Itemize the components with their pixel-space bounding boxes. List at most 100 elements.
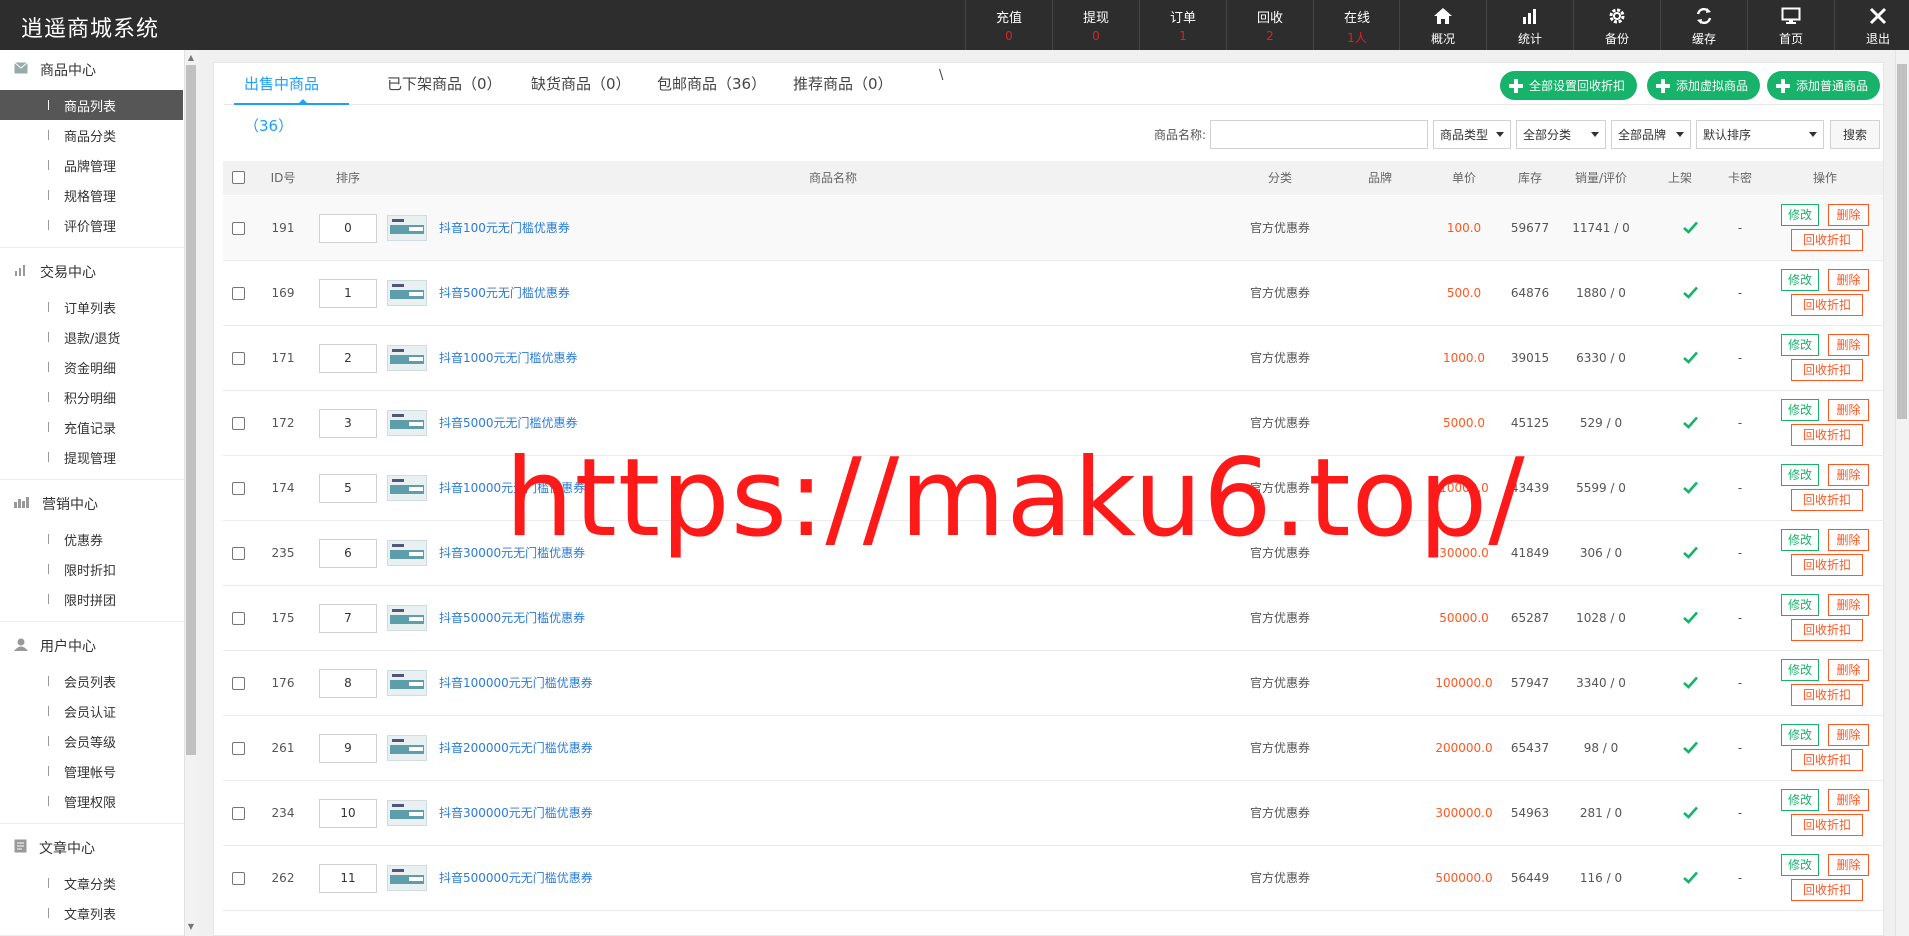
scroll-down-arrow-icon[interactable]: ▼	[186, 922, 196, 932]
stat-4[interactable]: 在线 1人	[1313, 0, 1400, 50]
sidebar-group-header[interactable]: 用户中心	[0, 626, 198, 666]
sort-input[interactable]: 11	[319, 864, 377, 893]
sort-input[interactable]: 7	[319, 604, 377, 633]
sidebar-group-header[interactable]: 营销中心	[0, 484, 198, 524]
scroll-up-arrow-icon[interactable]: ▲	[186, 53, 196, 63]
edit-button[interactable]: 修改	[1781, 529, 1819, 551]
delete-button[interactable]: 删除	[1828, 659, 1869, 681]
delete-button[interactable]: 删除	[1828, 334, 1869, 356]
check-icon[interactable]	[1683, 871, 1698, 884]
sidebar-group-header[interactable]: 文章中心	[0, 828, 198, 868]
stat-1[interactable]: 提现 0	[1052, 0, 1139, 50]
sidebar-item[interactable]: 会员列表	[0, 666, 183, 696]
row-checkbox[interactable]	[232, 287, 245, 300]
add-normal-product-button[interactable]: 添加普通商品	[1767, 71, 1881, 100]
nav-bar-chart-button[interactable]: 统计	[1486, 0, 1573, 50]
sidebar-item[interactable]: 订单列表	[0, 292, 183, 322]
product-name-link[interactable]: 抖音50000元无门槛优惠券	[439, 586, 585, 651]
row-checkbox[interactable]	[232, 482, 245, 495]
edit-button[interactable]: 修改	[1781, 854, 1819, 876]
sidebar-item[interactable]: 限时拼团	[0, 584, 183, 614]
recycle-discount-button[interactable]: 回收折扣	[1791, 424, 1863, 446]
product-name-link[interactable]: 抖音100000元无门槛优惠券	[439, 651, 593, 716]
delete-button[interactable]: 删除	[1828, 464, 1869, 486]
nav-close-button[interactable]: 退出	[1834, 0, 1909, 50]
search-button[interactable]: 搜索	[1830, 119, 1881, 149]
brand-select[interactable]: 全部品牌	[1611, 119, 1692, 149]
sidebar-item[interactable]: 会员等级	[0, 726, 183, 756]
sidebar-item[interactable]: 资金明细	[0, 352, 183, 382]
product-name-link[interactable]: 抖音300000元无门槛优惠券	[439, 781, 593, 846]
edit-button[interactable]: 修改	[1781, 594, 1819, 616]
stat-0[interactable]: 充值 0	[965, 0, 1052, 50]
stat-2[interactable]: 订单 1	[1139, 0, 1226, 50]
category-select[interactable]: 全部分类	[1516, 119, 1607, 149]
tab-out-of-stock[interactable]: 缺货商品（0）	[531, 63, 631, 105]
sort-input[interactable]: 6	[319, 539, 377, 568]
nav-gear-button[interactable]: 备份	[1573, 0, 1660, 50]
sidebar-item[interactable]: 充值记录	[0, 412, 183, 442]
delete-button[interactable]: 删除	[1828, 789, 1869, 811]
delete-button[interactable]: 删除	[1828, 269, 1869, 291]
recycle-discount-button[interactable]: 回收折扣	[1791, 879, 1863, 901]
check-icon[interactable]	[1683, 221, 1698, 234]
sidebar-item[interactable]: 管理帐号	[0, 756, 183, 786]
sidebar-group-header[interactable]: 交易中心	[0, 252, 198, 292]
edit-button[interactable]: 修改	[1781, 464, 1819, 486]
recycle-discount-button[interactable]: 回收折扣	[1791, 554, 1863, 576]
edit-button[interactable]: 修改	[1781, 789, 1819, 811]
sidebar-item[interactable]: 优惠券	[0, 524, 183, 554]
sidebar-item[interactable]: 文章列表	[0, 898, 183, 928]
row-checkbox[interactable]	[232, 352, 245, 365]
delete-button[interactable]: 删除	[1828, 724, 1869, 746]
type-select[interactable]: 商品类型	[1433, 119, 1512, 149]
sort-input[interactable]: 1	[319, 279, 377, 308]
recycle-discount-button[interactable]: 回收折扣	[1791, 229, 1863, 251]
nav-monitor-button[interactable]: 首页	[1747, 0, 1834, 50]
product-name-link[interactable]: 抖音1000元无门槛优惠券	[439, 326, 578, 391]
edit-button[interactable]: 修改	[1781, 659, 1819, 681]
sidebar-item[interactable]: 退款/退货	[0, 322, 183, 352]
page-scrollbar-thumb[interactable]	[1897, 64, 1907, 419]
sidebar-item[interactable]: 规格管理	[0, 180, 183, 210]
product-name-link[interactable]: 抖音200000元无门槛优惠券	[439, 716, 593, 781]
sort-input[interactable]: 0	[319, 214, 377, 243]
recycle-discount-button[interactable]: 回收折扣	[1791, 814, 1863, 836]
recycle-discount-button[interactable]: 回收折扣	[1791, 489, 1863, 511]
check-icon[interactable]	[1683, 481, 1698, 494]
tab-recommended[interactable]: 推荐商品（0）	[793, 63, 893, 105]
row-checkbox[interactable]	[232, 807, 245, 820]
nav-home-button[interactable]: 概况	[1399, 0, 1486, 50]
row-checkbox[interactable]	[232, 222, 245, 235]
sort-input[interactable]: 5	[319, 474, 377, 503]
sidebar-item[interactable]: 品牌管理	[0, 150, 183, 180]
sort-input[interactable]: 10	[319, 799, 377, 828]
row-checkbox[interactable]	[232, 612, 245, 625]
product-name-link[interactable]: 抖音500元无门槛优惠券	[439, 261, 570, 326]
recycle-discount-button[interactable]: 回收折扣	[1791, 359, 1863, 381]
sidebar-group-header[interactable]: 商品中心	[0, 50, 198, 90]
check-icon[interactable]	[1683, 676, 1698, 689]
edit-button[interactable]: 修改	[1781, 334, 1819, 356]
sidebar-item[interactable]: 文章分类	[0, 868, 183, 898]
sidebar-item[interactable]: 限时折扣	[0, 554, 183, 584]
row-checkbox[interactable]	[232, 742, 245, 755]
row-checkbox[interactable]	[232, 872, 245, 885]
sort-input[interactable]: 8	[319, 669, 377, 698]
recycle-discount-button[interactable]: 回收折扣	[1791, 684, 1863, 706]
recycle-discount-button[interactable]: 回收折扣	[1791, 619, 1863, 641]
tab-off-shelf[interactable]: 已下架商品（0）	[387, 63, 502, 105]
stat-3[interactable]: 回收 2	[1226, 0, 1313, 50]
row-checkbox[interactable]	[232, 677, 245, 690]
sort-input[interactable]: 2	[319, 344, 377, 373]
select-all-checkbox[interactable]	[232, 171, 245, 184]
add-virtual-product-button[interactable]: 添加虚拟商品	[1647, 71, 1761, 100]
edit-button[interactable]: 修改	[1781, 269, 1819, 291]
row-checkbox[interactable]	[232, 547, 245, 560]
edit-button[interactable]: 修改	[1781, 204, 1819, 226]
edit-button[interactable]: 修改	[1781, 399, 1819, 421]
check-icon[interactable]	[1683, 611, 1698, 624]
tab-on-sale[interactable]: 出售中商品（36）	[234, 63, 349, 135]
edit-button[interactable]: 修改	[1781, 724, 1819, 746]
check-icon[interactable]	[1683, 351, 1698, 364]
